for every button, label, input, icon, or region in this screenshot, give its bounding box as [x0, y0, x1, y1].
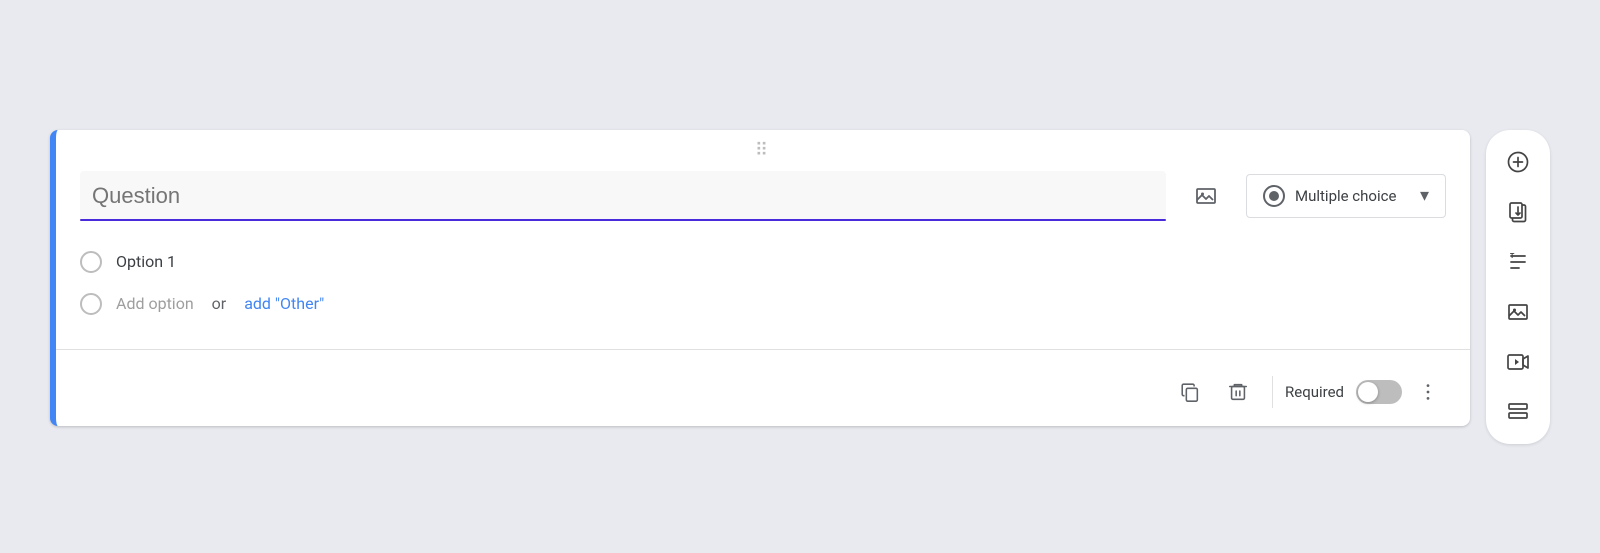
radio-inner [1269, 191, 1279, 201]
question-underline [80, 219, 1166, 221]
option-1-label: Option 1 [116, 252, 176, 271]
question-type-dropdown[interactable]: Multiple choice ▾ [1246, 174, 1446, 218]
option-1-radio [80, 251, 102, 273]
required-label: Required [1285, 383, 1344, 401]
toggle-track [1356, 380, 1402, 404]
add-option-radio [80, 293, 102, 315]
add-other-link[interactable]: add "Other" [244, 294, 324, 313]
import-icon [1506, 200, 1530, 224]
card-top-section: Multiple choice ▾ [56, 167, 1470, 237]
import-questions-button[interactable] [1494, 188, 1542, 236]
required-toggle[interactable] [1356, 380, 1402, 404]
add-image-to-question-button[interactable] [1182, 172, 1230, 220]
image-icon [1194, 184, 1218, 208]
svg-text:T: T [1510, 253, 1515, 260]
sidebar: T [1486, 130, 1550, 444]
option-1-row: Option 1 [80, 241, 1446, 283]
add-circle-icon [1506, 150, 1530, 174]
section-icon [1506, 400, 1530, 424]
drag-dots-icon: ⠿ [755, 140, 771, 161]
footer-divider [56, 349, 1470, 350]
more-options-button[interactable] [1406, 370, 1450, 414]
card-footer: Required [56, 358, 1470, 426]
drag-handle[interactable]: ⠿ [56, 130, 1470, 167]
footer-vertical-divider [1272, 376, 1273, 408]
title-icon: T [1506, 250, 1530, 274]
duplicate-button[interactable] [1168, 370, 1212, 414]
more-vert-icon [1417, 381, 1439, 403]
toggle-thumb [1358, 382, 1378, 402]
add-title-button[interactable]: T [1494, 238, 1542, 286]
question-card: ⠿ Multiple choice ▾ [50, 130, 1470, 426]
add-option-text[interactable]: Add option [116, 294, 194, 313]
trash-icon [1227, 381, 1249, 403]
or-label: or [212, 294, 227, 313]
add-video-button[interactable] [1494, 338, 1542, 386]
add-image-button[interactable] [1494, 288, 1542, 336]
add-option-row: Add option or add "Other" [80, 283, 1446, 325]
delete-button[interactable] [1216, 370, 1260, 414]
chevron-down-icon: ▾ [1420, 185, 1429, 206]
question-input-wrapper [80, 171, 1166, 221]
radio-icon [1263, 185, 1285, 207]
add-section-button[interactable] [1494, 388, 1542, 436]
video-icon [1506, 350, 1530, 374]
options-area: Option 1 Add option or add "Other" [56, 237, 1470, 341]
copy-icon [1179, 381, 1201, 403]
add-question-button[interactable] [1494, 138, 1542, 186]
image-sidebar-icon [1506, 300, 1530, 324]
dropdown-label: Multiple choice [1295, 187, 1410, 205]
question-input[interactable] [80, 171, 1166, 219]
